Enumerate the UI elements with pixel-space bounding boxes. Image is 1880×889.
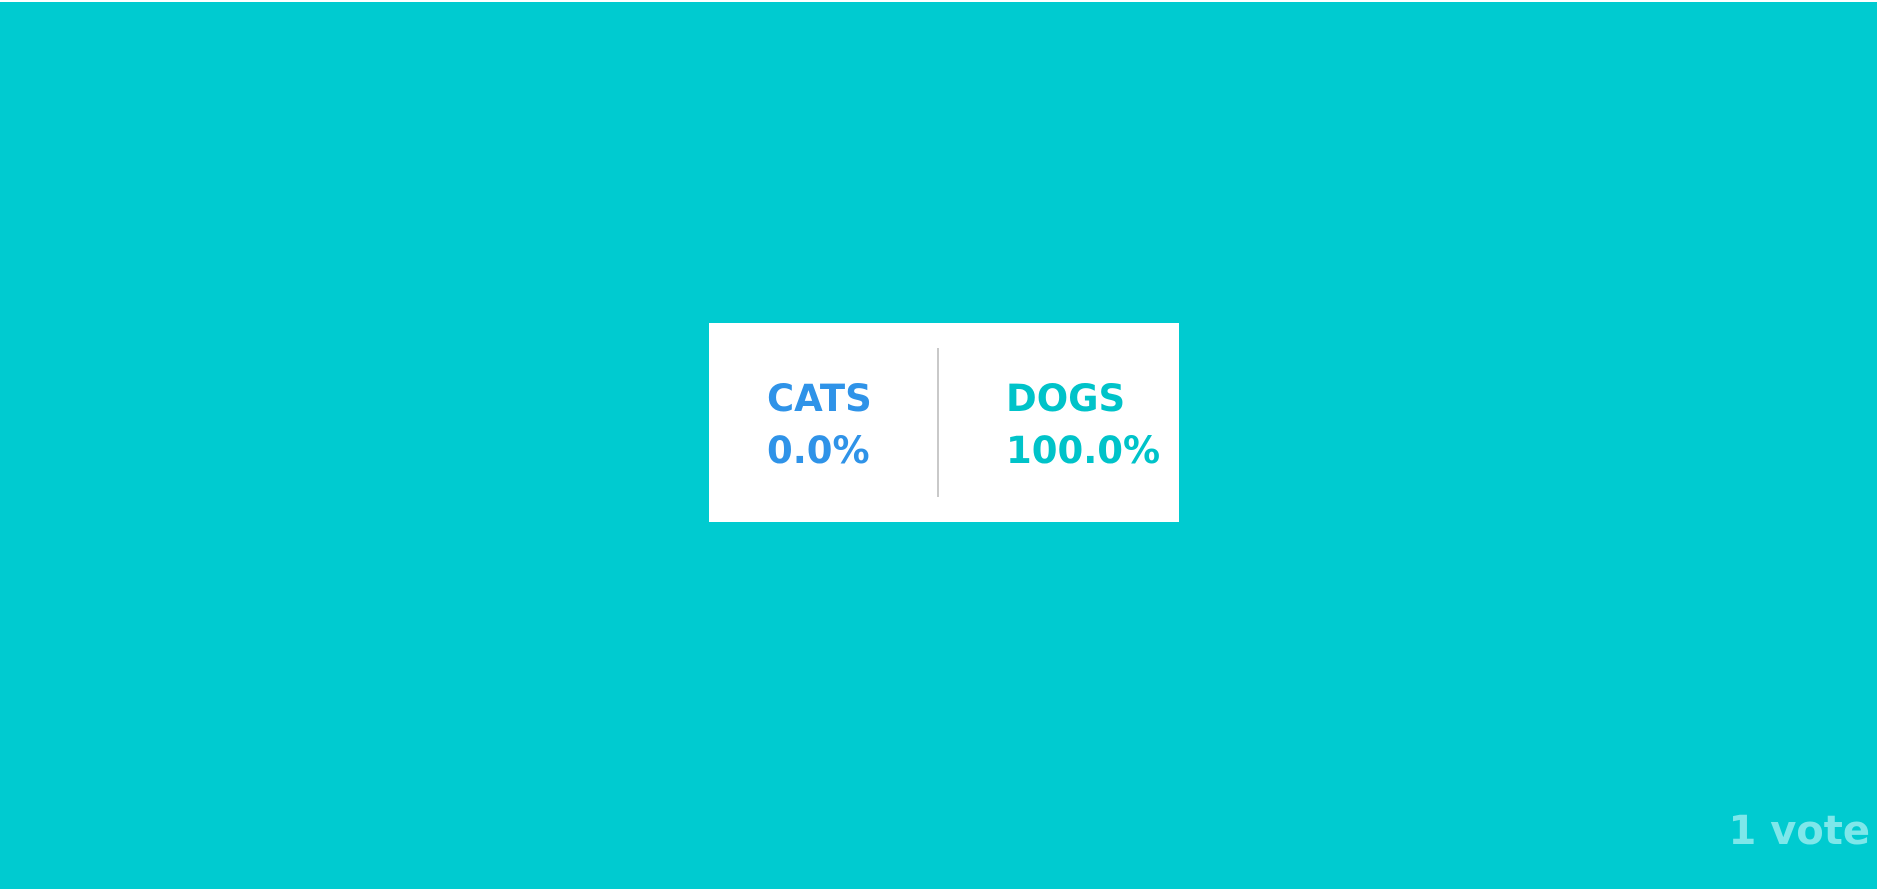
results-divider [937, 348, 939, 497]
cats-percentage: 0.0% [767, 429, 870, 472]
dogs-percentage: 100.0% [1006, 429, 1161, 472]
vote-count: 1 vote [1728, 808, 1870, 854]
result-cats: CATS 0.0% [709, 323, 944, 522]
dogs-label: DOGS [1006, 377, 1126, 420]
cats-label: CATS [767, 377, 872, 420]
page-viewport: CATS 0.0% DOGS 100.0% 1 vote [0, 0, 1880, 889]
result-dogs: DOGS 100.0% [944, 323, 1179, 522]
results-card: CATS 0.0% DOGS 100.0% [709, 323, 1179, 522]
